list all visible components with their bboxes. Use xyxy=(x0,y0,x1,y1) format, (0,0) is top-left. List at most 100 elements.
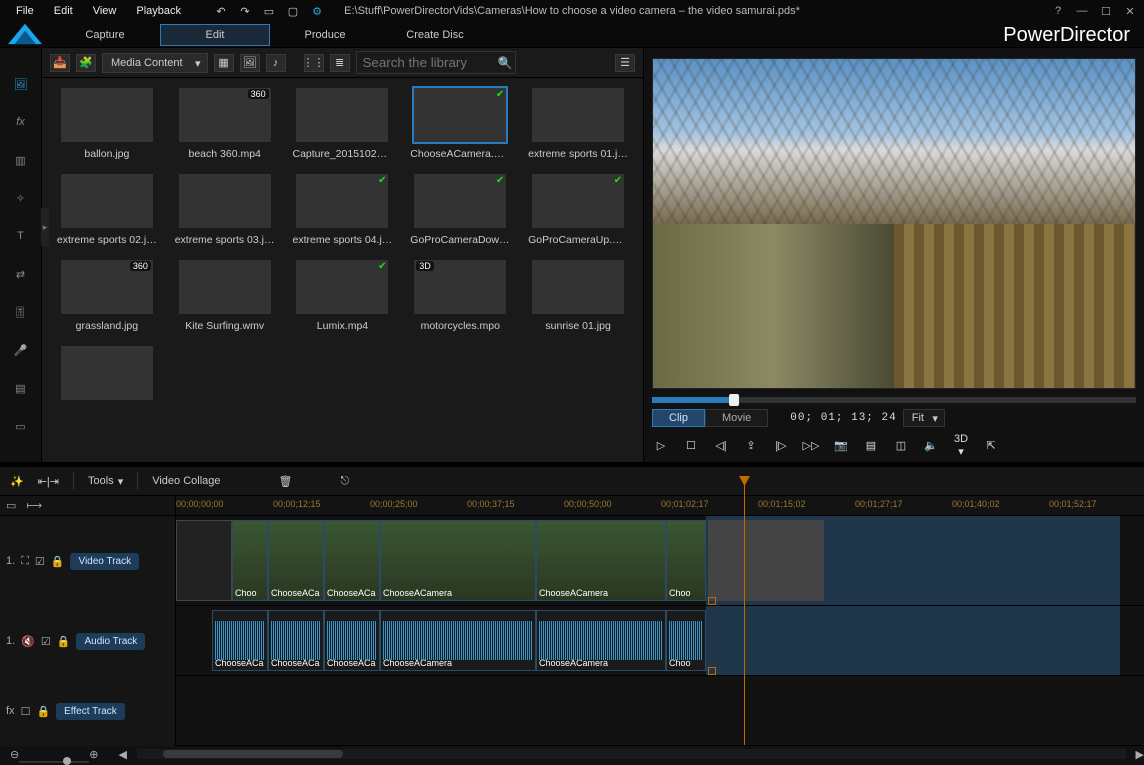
media-item-extreme1[interactable]: extreme sports 01.jpg xyxy=(523,88,633,160)
library-search-input[interactable] xyxy=(356,51,516,74)
settings-gear-icon[interactable]: ⚙ xyxy=(308,2,326,20)
scroll-left-icon[interactable]: ◀ xyxy=(118,748,126,761)
audio-mixing-icon[interactable]: 🎚 xyxy=(11,302,31,322)
plugin-icon[interactable]: 🧩 xyxy=(76,54,96,72)
track-lock-icon[interactable]: 🔒 xyxy=(51,555,65,568)
view-list-icon[interactable]: ≣ xyxy=(330,54,350,72)
preview-mode-clip[interactable]: Clip xyxy=(652,409,705,427)
audio-track-label: Audio Track xyxy=(76,633,145,650)
tab-edit[interactable]: Edit xyxy=(160,24,270,46)
media-item-gopro-down[interactable]: GoProCameraDown-... xyxy=(405,174,515,246)
media-item-sunrise[interactable]: sunrise 01.jpg xyxy=(523,260,633,332)
expand-rooms-icon[interactable]: ▸ xyxy=(41,208,49,246)
video-collage-button[interactable]: Video Collage xyxy=(152,475,220,487)
track-mute-icon[interactable]: 🔇 xyxy=(21,635,35,648)
search-icon[interactable]: 🔍 xyxy=(498,56,513,70)
next-frame-icon[interactable]: ⇪ xyxy=(742,439,760,452)
keyframe-icon[interactable]: ⇤|⇥ xyxy=(38,475,59,488)
track-lock-icon[interactable]: 🔒 xyxy=(36,705,50,718)
minimize-icon[interactable]: — xyxy=(1074,5,1090,18)
preview-quality-icon[interactable]: ▤ xyxy=(862,439,880,452)
media-item-ballon[interactable]: ballon.jpg xyxy=(52,88,162,160)
media-item-extreme3[interactable]: extreme sports 03.jpg xyxy=(170,174,280,246)
threed-toggle[interactable]: 3D ▾ xyxy=(952,433,970,458)
track-visible-icon[interactable]: ☑ xyxy=(35,555,45,568)
prev-frame-icon[interactable]: ◁| xyxy=(712,439,730,452)
zoom-slider-handle[interactable] xyxy=(63,757,71,765)
chapter-room-icon[interactable]: ▤ xyxy=(11,378,31,398)
audio-track-index: 1. xyxy=(6,635,15,647)
tab-capture[interactable]: Capture xyxy=(50,25,160,45)
import-media-icon[interactable]: 📥 xyxy=(50,54,70,72)
media-item-capture[interactable]: ♪♪Capture_20151027_1 ... xyxy=(288,88,398,160)
volume-icon[interactable]: 🔈 xyxy=(922,439,940,452)
media-item-lumix[interactable]: Lumix.mp4 xyxy=(288,260,398,332)
timeline-hscrollbar[interactable] xyxy=(137,749,1126,759)
particle-room-icon[interactable]: ✧ xyxy=(11,188,31,208)
media-item-extreme2[interactable]: extreme sports 02.jpg xyxy=(52,174,162,246)
step-forward-icon[interactable]: |▷ xyxy=(772,439,790,452)
split-icon[interactable]: ⎋ xyxy=(340,475,349,488)
help-icon[interactable]: ? xyxy=(1050,5,1066,18)
zoom-in-icon[interactable]: ⊕ xyxy=(89,748,98,761)
filter-audio-icon[interactable]: ♪ xyxy=(266,54,286,72)
media-item-beach360[interactable]: 360beach 360.mp4 xyxy=(170,88,280,160)
effect-room-icon[interactable]: fx xyxy=(11,112,31,132)
tab-produce[interactable]: Produce xyxy=(270,25,380,45)
scroll-right-icon[interactable]: ▶ xyxy=(1136,748,1144,761)
transition-room-icon[interactable]: ⇄ xyxy=(11,264,31,284)
subtitle-room-icon[interactable]: ▭ xyxy=(11,416,31,436)
timeline-view-icon[interactable]: ▭ xyxy=(6,499,16,512)
maximize-icon[interactable]: ☐ xyxy=(1098,5,1114,18)
media-content-dropdown[interactable]: Media Content xyxy=(102,53,208,73)
filter-image-icon[interactable]: 🖼 xyxy=(240,54,260,72)
dual-preview-icon[interactable]: ◫ xyxy=(892,439,910,452)
close-icon[interactable]: ✕ xyxy=(1122,5,1138,18)
track-solo-icon[interactable]: ☑ xyxy=(41,635,51,648)
preview-mode-movie[interactable]: Movie xyxy=(705,409,768,427)
undo-icon[interactable]: ↶ xyxy=(212,2,230,20)
snapshot-icon[interactable]: 📷 xyxy=(832,439,850,452)
seek-handle[interactable] xyxy=(729,394,739,406)
media-item-motorcycles[interactable]: 3Dmotorcycles.mpo xyxy=(405,260,515,332)
tab-create-disc[interactable]: Create Disc xyxy=(380,25,490,45)
tools-dropdown[interactable]: Tools ▾ xyxy=(88,475,123,488)
fast-forward-icon[interactable]: ▷▷ xyxy=(802,439,820,452)
voiceover-icon[interactable]: 🎤 xyxy=(11,340,31,360)
menu-file[interactable]: File xyxy=(6,3,44,19)
timeline-markers-icon[interactable]: ⟼ xyxy=(26,499,42,512)
track-visible-icon[interactable]: ☐ xyxy=(21,705,31,718)
new-project-icon[interactable]: ▭ xyxy=(260,2,278,20)
aspect-ratio-icon[interactable]: ▢ xyxy=(284,2,302,20)
track-lock-icon[interactable]: 🔒 xyxy=(57,635,71,648)
timeline-ruler[interactable]: ▭ ⟼ 00;00;00;00 00;00;12;15 00;00;25;00 … xyxy=(0,496,1144,516)
filter-all-icon[interactable]: ▦ xyxy=(214,54,234,72)
play-icon[interactable]: ▷ xyxy=(652,439,670,452)
media-item-extreme4[interactable]: extreme sports 04.jpg xyxy=(288,174,398,246)
media-item-choose-camera[interactable]: ChooseACamera.mp4 xyxy=(405,88,515,160)
project-path: E:\Stuff\PowerDirectorVids\Cameras\How t… xyxy=(344,5,800,17)
view-grid-icon[interactable]: ⋮⋮ xyxy=(304,54,324,72)
media-item-extra[interactable] xyxy=(52,346,162,400)
undock-preview-icon[interactable]: ⇱ xyxy=(982,439,1000,452)
menu-edit[interactable]: Edit xyxy=(44,3,83,19)
library-menu-icon[interactable]: ☰ xyxy=(615,54,635,72)
media-item-gopro-up[interactable]: GoProCameraUp.MP4 xyxy=(523,174,633,246)
track-link-icon[interactable]: ⛶ xyxy=(21,555,29,568)
delete-icon[interactable]: 🗑 xyxy=(279,475,293,488)
preview-zoom-dropdown[interactable]: Fit xyxy=(903,409,945,427)
media-item-kite[interactable]: Kite Surfing.wmv xyxy=(170,260,280,332)
menu-view[interactable]: View xyxy=(83,3,127,19)
menu-playback[interactable]: Playback xyxy=(126,3,191,19)
redo-icon[interactable]: ↷ xyxy=(236,2,254,20)
zoom-out-icon[interactable]: ⊖ xyxy=(10,748,19,761)
pip-room-icon[interactable]: ▥ xyxy=(11,150,31,170)
app-logo xyxy=(8,22,42,46)
title-room-icon[interactable]: T xyxy=(11,226,31,246)
stop-icon[interactable]: ☐ xyxy=(682,439,700,452)
media-item-grassland[interactable]: 360grassland.jpg xyxy=(52,260,162,332)
fix-enhance-icon[interactable]: ✨ xyxy=(10,475,24,488)
playhead[interactable] xyxy=(744,476,745,745)
preview-seekbar[interactable] xyxy=(652,397,1136,403)
media-room-icon[interactable]: 🖼 xyxy=(11,74,31,94)
